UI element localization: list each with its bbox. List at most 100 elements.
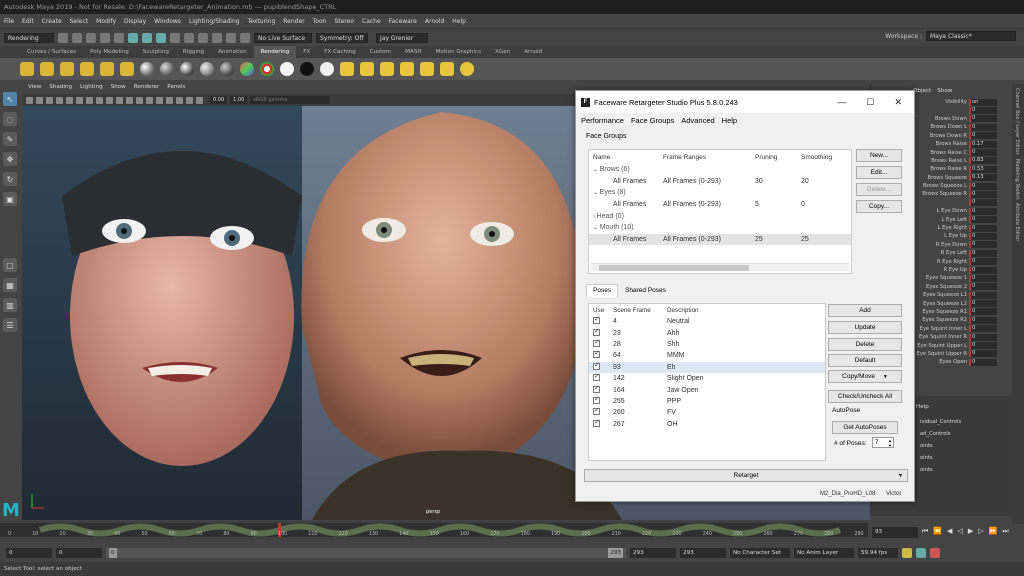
face-groups-scrollbar[interactable] <box>591 263 849 271</box>
column-header-scene-frame[interactable]: Scene Frame <box>613 307 667 314</box>
face-group-row[interactable]: ⌄ Brows (6) <box>589 164 851 176</box>
save-scene-icon[interactable] <box>86 32 96 43</box>
column-header-use[interactable]: Use <box>589 307 613 314</box>
copy-group-button[interactable]: Copy... <box>856 200 902 213</box>
camera-icon[interactable] <box>26 96 33 104</box>
pose-row[interactable]: 260 FV <box>589 406 825 418</box>
wireframe-icon[interactable] <box>126 96 133 104</box>
channel-value[interactable]: 0 <box>969 274 997 282</box>
close-icon[interactable]: ✕ <box>894 97 902 108</box>
default-pose-button[interactable]: Default <box>828 354 902 367</box>
go-to-end-icon[interactable]: ⏭ <box>1002 527 1008 536</box>
use-checkbox[interactable] <box>593 315 600 325</box>
snap-point-icon[interactable] <box>198 32 208 43</box>
ambient-light-icon[interactable] <box>120 62 134 76</box>
current-frame-field[interactable]: 93 <box>872 527 918 538</box>
faceware-menu-face-groups[interactable]: Face Groups <box>631 116 674 125</box>
viewport-menu-renderer[interactable]: Renderer <box>134 84 160 94</box>
live-surface-field[interactable]: No Live Surface <box>254 32 312 43</box>
channel-value[interactable]: 0 <box>969 232 997 240</box>
shelf-tab-custom[interactable]: Custom <box>363 46 398 58</box>
channel-value[interactable]: 0 <box>969 216 997 224</box>
smooth-shade-icon[interactable] <box>136 96 143 104</box>
shelf-tab-mash[interactable]: MASH <box>398 46 428 58</box>
shelf-tab-sculpting[interactable]: Sculpting <box>136 46 176 58</box>
select-hierarchy-icon[interactable] <box>128 32 138 43</box>
channel-value[interactable]: 0 <box>969 283 997 291</box>
update-pose-button[interactable]: Update <box>828 321 902 334</box>
channel-value[interactable]: on <box>969 98 997 106</box>
channel-value[interactable]: 0 <box>969 333 997 341</box>
channel-value[interactable]: 0.53 <box>969 165 997 173</box>
menu-help[interactable]: Help <box>452 18 466 25</box>
snap-curve-icon[interactable] <box>184 32 194 43</box>
use-checkbox[interactable] <box>593 327 600 336</box>
pose-row[interactable]: 267 OH <box>589 418 825 430</box>
colorspace-dropdown[interactable]: sRGB gamma <box>250 96 331 104</box>
channel-value[interactable]: 0.13 <box>969 174 997 182</box>
anim-layer-dropdown[interactable]: No Anim Layer <box>794 548 854 558</box>
viewport-menu-show[interactable]: Show <box>111 84 126 94</box>
column-header-frame-ranges[interactable]: Frame Ranges <box>663 154 755 161</box>
pose-row[interactable]: 164 Jaw Open <box>589 384 825 395</box>
shelf-tab-arnold[interactable]: Arnold <box>517 46 549 58</box>
num-poses-spinner[interactable]: 7 ▲ ▼ <box>872 437 894 448</box>
render-settings-icon[interactable] <box>360 62 374 76</box>
channel-value[interactable]: 0 <box>969 358 997 366</box>
render-view-icon[interactable] <box>340 62 354 76</box>
isolate-select-icon[interactable] <box>196 96 203 104</box>
pose-row[interactable]: 28 Shh <box>589 338 825 350</box>
check-uncheck-all-button[interactable]: Check/Uncheck All <box>828 390 902 403</box>
copy-move-button[interactable]: Copy/Move ▼ <box>828 370 902 383</box>
grid-icon[interactable] <box>66 96 73 104</box>
channel-value[interactable]: 0 <box>969 316 997 324</box>
gamma-field[interactable]: 1.00 <box>230 96 248 104</box>
range-start-field[interactable]: 0 <box>56 548 102 558</box>
pose-row[interactable]: 142 Slight Open <box>589 372 825 384</box>
menu-create[interactable]: Create <box>42 18 62 25</box>
white-material-icon[interactable] <box>280 62 294 76</box>
channel-box-object-menu[interactable]: Object <box>913 88 931 94</box>
channel-value[interactable]: 0 <box>969 249 997 257</box>
pose-row[interactable]: 4 Neutral <box>589 315 825 327</box>
column-header-description[interactable]: Description <box>667 307 807 314</box>
anim-prefs-icon[interactable] <box>930 548 940 558</box>
ramp-material-icon[interactable] <box>240 62 254 76</box>
image-plane-icon[interactable] <box>56 96 63 104</box>
frame-range-row[interactable]: All Frames All Frames (0-293) 25 25 <box>589 233 851 246</box>
channel-value[interactable]: 0 <box>969 325 997 333</box>
channel-value[interactable]: 0 <box>969 258 997 266</box>
use-checkbox[interactable] <box>593 361 600 370</box>
pose-row[interactable]: 64 MMM <box>589 349 825 361</box>
faceware-menu-help[interactable]: Help <box>722 116 737 125</box>
two-view-icon[interactable]: ▥ <box>3 298 17 312</box>
maximize-icon[interactable]: ☐ <box>866 97 874 108</box>
tab-poses[interactable]: Poses <box>586 284 619 297</box>
blinn-material-icon[interactable] <box>140 62 154 76</box>
use-checkbox[interactable] <box>593 384 600 393</box>
render-icon[interactable] <box>226 32 236 43</box>
select-tool-icon[interactable]: ↖ <box>3 92 17 106</box>
ipr-icon[interactable] <box>380 62 394 76</box>
column-header-smoothing[interactable]: Smoothing <box>801 154 849 161</box>
expand-arrow-down-icon[interactable]: ⌄ <box>593 190 600 196</box>
safe-action-icon[interactable] <box>116 96 123 104</box>
use-checkbox[interactable] <box>593 338 600 347</box>
expand-arrow-down-icon[interactable]: ⌄ <box>593 225 600 231</box>
single-perspective-icon[interactable]: ▢ <box>3 258 17 272</box>
move-tool-icon[interactable]: ✥ <box>3 152 17 166</box>
get-autoposes-button[interactable]: Get AutoPoses <box>832 421 898 434</box>
menu-lighting-shading[interactable]: Lighting/Shading <box>189 18 240 25</box>
target-icon[interactable] <box>460 62 474 76</box>
range-slider-bar[interactable]: 0 293 <box>106 548 626 558</box>
channel-value[interactable]: 0 <box>969 342 997 350</box>
tab-shared-poses[interactable]: Shared Poses <box>618 284 673 297</box>
phong-material-icon[interactable] <box>180 62 194 76</box>
layered-material-icon[interactable] <box>220 62 234 76</box>
ambient-occlusion-icon[interactable] <box>176 96 183 104</box>
anisotropic-material-icon[interactable] <box>200 62 214 76</box>
channel-value[interactable]: 0 <box>969 123 997 131</box>
paint-select-icon[interactable]: ✎ <box>3 132 17 146</box>
auto-key-icon[interactable] <box>916 548 926 558</box>
directional-light-icon[interactable] <box>20 62 34 76</box>
